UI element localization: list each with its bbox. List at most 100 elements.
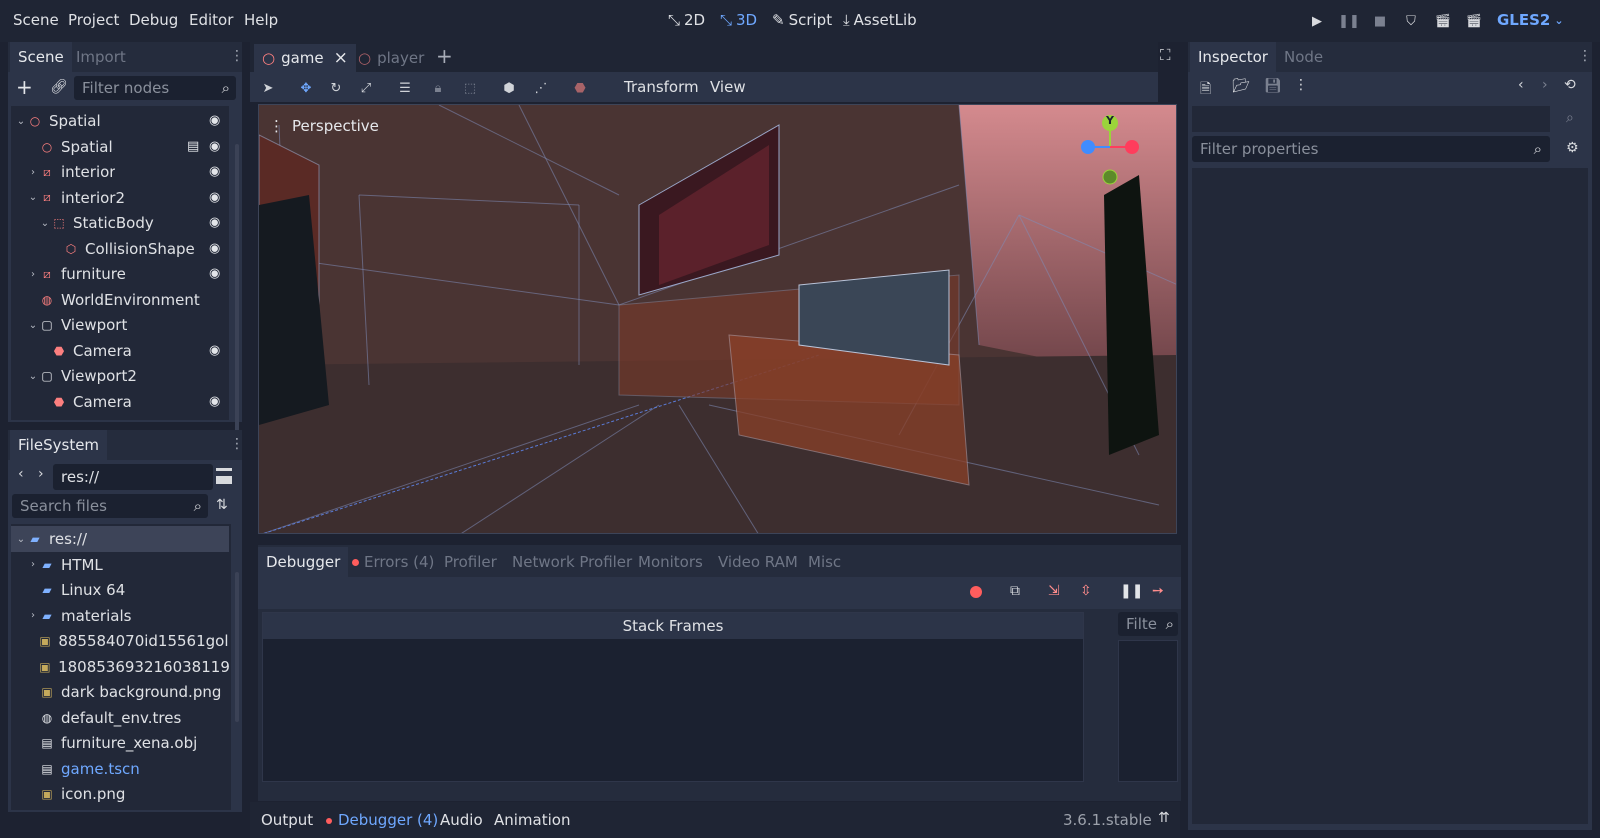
- select-icon[interactable]: ➤: [258, 78, 278, 98]
- save-icon[interactable]: 💾︎: [1264, 78, 1282, 94]
- settings-icon[interactable]: ⚙: [1566, 140, 1579, 156]
- visibility-icon[interactable]: ◉: [209, 190, 223, 205]
- add-tab-icon[interactable]: +: [436, 44, 453, 68]
- scene-tree-item[interactable]: ◍ WorldEnvironment: [11, 287, 229, 313]
- 3d-button[interactable]: ⤡ 3D: [720, 11, 757, 29]
- sort-icon[interactable]: ⇅: [216, 497, 228, 513]
- scene-tree-item[interactable]: ⬣ Camera ◉: [11, 389, 229, 415]
- history-back-icon[interactable]: ‹: [1518, 77, 1524, 93]
- file-tree-item[interactable]: ▤ furniture_xena.obj: [11, 730, 229, 756]
- tab-import[interactable]: Import: [68, 42, 134, 72]
- continue-icon[interactable]: ➙: [1152, 583, 1164, 599]
- chevron-right-icon[interactable]: ›: [27, 269, 39, 280]
- file-tree-item[interactable]: › ▰ HTML: [11, 552, 229, 578]
- view-menu[interactable]: View: [710, 78, 746, 96]
- break-icon[interactable]: ❚❚: [1120, 583, 1143, 599]
- add-node-icon[interactable]: +: [16, 77, 33, 97]
- fs-scrollbar[interactable]: [235, 572, 239, 722]
- tab-player[interactable]: ○ player: [350, 44, 432, 72]
- debugger-tab-0[interactable]: Debugger: [258, 547, 349, 577]
- step-into-icon[interactable]: ⇲: [1048, 583, 1060, 599]
- debugger-tab-6[interactable]: Misc: [800, 547, 849, 577]
- search-files-input[interactable]: Search files ⌕: [12, 494, 208, 518]
- chevron-right-icon[interactable]: ›: [27, 167, 39, 178]
- view-gizmo[interactable]: Y: [1075, 111, 1147, 191]
- menu-debug[interactable]: Debug: [129, 11, 178, 29]
- animation-tab[interactable]: Animation: [494, 811, 570, 829]
- step-over-icon[interactable]: ⇳: [1080, 583, 1092, 599]
- file-tree-item[interactable]: ◍ default_env.tres: [11, 705, 229, 731]
- group-icon[interactable]: ⬚: [460, 78, 480, 98]
- scene-tree-item[interactable]: ⌄ ▢ Viewport2: [11, 363, 229, 389]
- chevron-down-icon[interactable]: ⌄: [27, 371, 39, 382]
- new-resource-icon[interactable]: 🗎︎: [1200, 78, 1211, 102]
- file-tree-item[interactable]: ▣ 885584070id15561gol.jp: [11, 628, 229, 654]
- menu-help[interactable]: Help: [244, 11, 278, 29]
- scale-icon[interactable]: ⤢: [356, 78, 376, 98]
- tab-filesystem[interactable]: FileSystem: [10, 430, 108, 460]
- snap-icon[interactable]: ⋰: [531, 78, 551, 98]
- open-folder-icon[interactable]: 📂︎: [1232, 78, 1250, 94]
- visibility-icon[interactable]: ◉: [209, 343, 223, 358]
- 3d-viewport[interactable]: ⋮ Perspective Y: [258, 104, 1177, 534]
- debugger-tab-1[interactable]: Errors (4): [344, 547, 442, 577]
- visibility-icon[interactable]: ◉: [209, 113, 223, 128]
- audio-tab[interactable]: Audio: [440, 811, 483, 829]
- file-tree-item[interactable]: ⌄ ▰ res://: [11, 526, 229, 552]
- object-selector[interactable]: [1192, 106, 1550, 132]
- scene-tree-item[interactable]: ⌄ ⬚ StaticBody ◉: [11, 210, 229, 236]
- dock-menu-icon[interactable]: ⋮: [230, 436, 244, 452]
- stack-frames-list[interactable]: Stack Frames: [262, 612, 1084, 782]
- forward-icon[interactable]: ›: [38, 466, 44, 482]
- more-icon[interactable]: ⋮: [1294, 77, 1308, 93]
- visibility-icon[interactable]: ◉: [209, 266, 223, 281]
- chevron-down-icon[interactable]: ⌄: [27, 320, 39, 331]
- 2d-button[interactable]: ⤡ 2D: [668, 11, 705, 29]
- scene-tree-item[interactable]: ⌄ ▢ Viewport: [11, 312, 229, 338]
- split-view-icon[interactable]: [216, 468, 232, 484]
- script-button[interactable]: ✎ Script: [772, 11, 832, 29]
- scene-tree-item[interactable]: ⬣ Camera ◉: [11, 338, 229, 364]
- rotate-icon[interactable]: ↻: [326, 78, 346, 98]
- visibility-icon[interactable]: ◉: [209, 164, 223, 179]
- menu-editor[interactable]: Editor: [189, 11, 233, 29]
- chevron-right-icon[interactable]: ›: [27, 559, 39, 570]
- file-tree-item[interactable]: › ▰ materials: [11, 603, 229, 629]
- link-icon[interactable]: 🔗︎: [50, 79, 68, 95]
- dock-menu-icon[interactable]: ⋮: [230, 48, 244, 64]
- file-tree-item[interactable]: ▣ icon.png: [11, 781, 229, 807]
- scene-tree-item[interactable]: ⌄ ⧄ interior2 ◉: [11, 185, 229, 211]
- play-icon[interactable]: ▶: [1308, 12, 1326, 30]
- back-icon[interactable]: ‹: [18, 466, 24, 482]
- output-tab[interactable]: Output: [261, 811, 313, 829]
- camera-override-icon[interactable]: ⬣: [570, 78, 590, 98]
- stop-icon[interactable]: ■: [1371, 12, 1389, 30]
- expand-panel-icon[interactable]: ⇈: [1158, 810, 1170, 826]
- chevron-down-icon[interactable]: ⌄: [39, 218, 51, 229]
- visibility-icon[interactable]: ◉: [209, 215, 223, 230]
- scene-tree-item[interactable]: ⬡ CollisionShape ◉: [11, 236, 229, 262]
- scene-tree-item[interactable]: › ⧄ furniture ◉: [11, 261, 229, 287]
- close-icon[interactable]: ×: [334, 48, 348, 68]
- dock-menu-icon[interactable]: ⋮: [1578, 48, 1592, 64]
- assetlib-button[interactable]: ⤓ AssetLib: [843, 11, 917, 29]
- object-search-icon[interactable]: ⌕: [1566, 110, 1574, 126]
- debugger-tab-2[interactable]: Profiler: [436, 547, 505, 577]
- filter-nodes-input[interactable]: Filter nodes ⌕: [74, 76, 236, 100]
- perspective-menu[interactable]: ⋮ Perspective: [269, 117, 379, 135]
- local-space-icon[interactable]: ⬢: [499, 78, 519, 98]
- filter-properties-input[interactable]: Filter properties ⌕: [1192, 136, 1550, 162]
- path-input[interactable]: res://: [53, 464, 213, 490]
- scene-tree-item[interactable]: ⌄ ○ Spatial ◉: [11, 108, 229, 134]
- menu-project[interactable]: Project: [68, 11, 119, 29]
- move-icon[interactable]: ✥: [296, 78, 316, 98]
- debugger-tab-5[interactable]: Video RAM: [710, 547, 806, 577]
- visibility-icon[interactable]: ◉: [209, 394, 223, 409]
- html5-icon[interactable]: ⛉: [1402, 12, 1420, 30]
- list-select-icon[interactable]: ☰: [395, 78, 415, 98]
- file-tree-item[interactable]: ▣ 18085369321603811994: [11, 654, 229, 680]
- renderer-select[interactable]: GLES2 ⌄: [1497, 11, 1564, 29]
- history-forward-icon[interactable]: ›: [1542, 77, 1548, 93]
- lock-icon[interactable]: 🔒︎: [428, 78, 448, 98]
- scene-tree-item[interactable]: › ⧄ interior ◉: [11, 159, 229, 185]
